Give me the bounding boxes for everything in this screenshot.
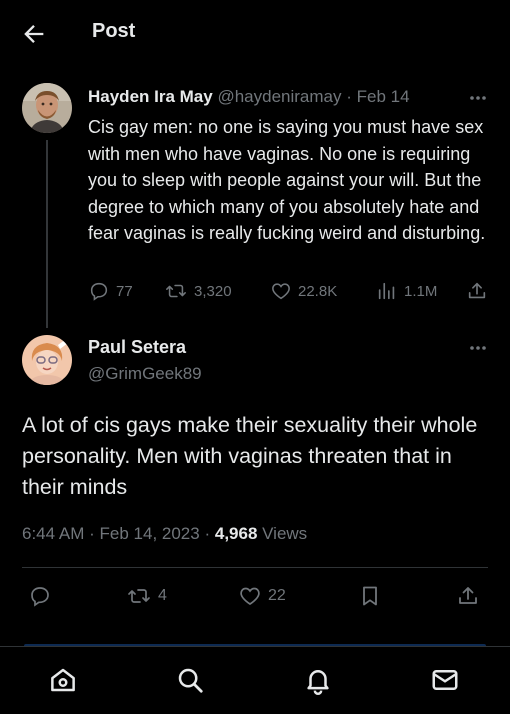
reply-icon xyxy=(28,584,52,608)
repost-icon xyxy=(164,280,188,302)
avatar-hayden[interactable] xyxy=(22,83,72,133)
quoted-post-actions: 77 3,320 22.8K 1.1M xyxy=(88,280,498,306)
post-time[interactable]: 6:44 AM xyxy=(22,524,84,543)
repost-icon xyxy=(126,584,152,608)
repost-count: 4 xyxy=(158,587,167,604)
post-full-date[interactable]: Feb 14, 2023 xyxy=(100,524,200,543)
share-button[interactable] xyxy=(466,280,488,302)
reply-icon xyxy=(88,280,110,302)
bottom-nav xyxy=(0,646,510,714)
views-total: 4,968 xyxy=(214,524,258,543)
views-label: Views xyxy=(262,524,308,543)
back-arrow-icon[interactable] xyxy=(20,20,48,48)
messages-icon[interactable] xyxy=(430,665,460,695)
reply-button[interactable] xyxy=(28,584,52,608)
reply-button[interactable]: 77 xyxy=(88,280,133,302)
main-author-handle[interactable]: @GrimGeek89 xyxy=(88,364,202,384)
share-icon xyxy=(456,584,480,608)
divider xyxy=(22,567,488,568)
bookmark-button[interactable] xyxy=(358,584,382,608)
top-bar: Post xyxy=(0,0,510,66)
repost-count: 3,320 xyxy=(194,282,232,300)
like-button[interactable]: 22 xyxy=(238,584,286,608)
reply-count: 77 xyxy=(116,282,133,300)
main-author-name[interactable]: Paul Setera xyxy=(88,337,186,358)
meta-dot: · xyxy=(204,524,211,543)
search-icon[interactable] xyxy=(175,665,205,695)
quoted-post-header: Hayden Ira May @haydeniramay · Feb 14 xyxy=(88,87,410,107)
main-post-actions: 4 22 xyxy=(22,584,488,612)
more-icon[interactable] xyxy=(466,88,490,108)
home-icon[interactable] xyxy=(48,665,78,695)
avatar-paul[interactable] xyxy=(22,335,72,385)
views-button[interactable]: 1.1M xyxy=(376,280,437,302)
notifications-icon[interactable] xyxy=(303,665,333,695)
share-button[interactable] xyxy=(456,584,480,608)
like-count: 22 xyxy=(268,587,286,604)
like-count: 22.8K xyxy=(298,282,338,300)
like-button[interactable]: 22.8K xyxy=(270,280,337,302)
author-handle[interactable]: @haydeniramay xyxy=(217,87,341,106)
page-title: Post xyxy=(92,20,136,42)
like-icon xyxy=(270,280,292,302)
share-icon xyxy=(466,280,488,302)
more-icon[interactable] xyxy=(466,338,490,358)
author-name[interactable]: Hayden Ira May xyxy=(88,87,213,106)
thread-line xyxy=(46,140,48,328)
bookmark-icon xyxy=(358,584,382,608)
post-date[interactable]: Feb 14 xyxy=(357,87,410,106)
meta-dot: · xyxy=(89,524,95,543)
views-count: 1.1M xyxy=(404,282,438,300)
quoted-post-text: Cis gay men: no one is saying you must h… xyxy=(88,117,486,243)
repost-button[interactable]: 3,320 xyxy=(164,280,232,302)
separator: · xyxy=(346,87,352,106)
repost-button[interactable]: 4 xyxy=(126,584,167,608)
views-icon xyxy=(376,280,398,302)
post-meta: 6:44 AM · Feb 14, 2023 · 4,968 Views xyxy=(22,524,307,544)
main-post-text: A lot of cis gays make their sexuality t… xyxy=(22,413,478,499)
like-icon xyxy=(238,584,262,608)
